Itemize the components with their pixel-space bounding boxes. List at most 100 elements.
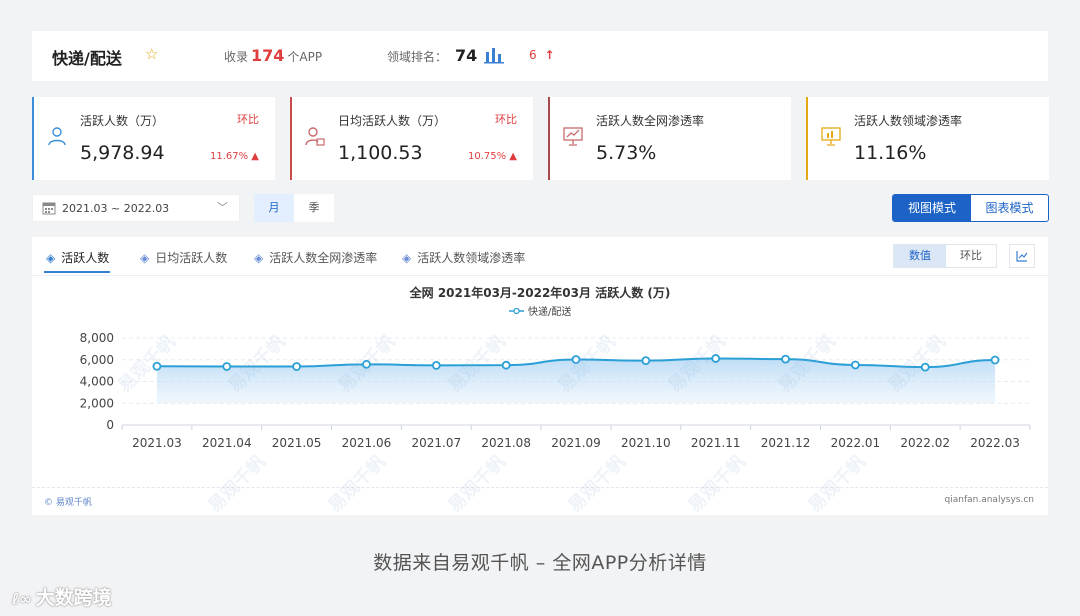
data-point[interactable] xyxy=(920,362,930,372)
chart-legend[interactable]: 快递/配送 xyxy=(509,305,571,318)
domain-rank: 领域排名： 74 xyxy=(387,46,478,65)
y-tick-label: 0 xyxy=(106,418,114,432)
app-header: 快递/配送 ☆ 收录 174 个APP 领域排名： 74 6 ↑ xyxy=(32,31,1048,81)
value-button[interactable]: 数值 xyxy=(894,245,946,267)
crosshair-icon: ◈ xyxy=(254,251,264,265)
chart-panel: ◈ 活跃人数 ◈ 日均活跃人数 ◈ 活跃人数全网渗透率 ◈ 活跃人数领域渗透率 数值 环… xyxy=(32,237,1048,515)
metric-value: 1,100.53 xyxy=(338,142,423,164)
triangle-up-icon: ▲ xyxy=(251,151,259,162)
data-point[interactable] xyxy=(850,360,860,370)
period-month-button[interactable]: 月 xyxy=(254,194,294,222)
metric-value: 5,978.94 xyxy=(80,142,165,164)
metric-card-active-users: 活跃人数（万） 5,978.94 环比 11.67% ▲ xyxy=(32,97,275,180)
period-switch: 月 季 xyxy=(254,194,334,222)
data-point[interactable] xyxy=(292,362,302,371)
y-tick-label: 2,000 xyxy=(80,396,114,410)
chart-title: 全网 2021年03月-2022年03月 活跃人数 (万) xyxy=(409,285,671,300)
metric-value: 11.16% xyxy=(854,142,927,164)
date-range-picker[interactable]: 2021.03 ~ 2022.03 ﹀ xyxy=(32,194,240,222)
source-url[interactable]: qianfan.analysys.cn xyxy=(945,495,1034,505)
copyright-text: © 易观千帆 xyxy=(44,498,92,508)
metric-label: 活跃人数领域渗透率 xyxy=(854,114,963,128)
tab-network-penetration[interactable]: ◈ 活跃人数全网渗透率 xyxy=(254,249,377,266)
data-point[interactable] xyxy=(990,355,1000,365)
arrow-up-icon: ↑ xyxy=(544,48,555,62)
collect-count: 收录 174 个APP xyxy=(224,46,323,65)
x-tick-label: 2021.07 xyxy=(411,436,461,450)
tab-domain-penetration[interactable]: ◈ 活跃人数领域渗透率 xyxy=(402,249,525,266)
data-point[interactable] xyxy=(501,360,511,370)
huanbi-label: 环比 xyxy=(237,113,259,126)
line-chart-icon[interactable] xyxy=(1009,244,1035,268)
card-accent xyxy=(32,97,34,180)
brand-icon: ℓ∞ xyxy=(12,590,32,608)
y-tick-label: 8,000 xyxy=(80,331,114,345)
huanbi-label: 环比 xyxy=(495,113,517,126)
data-point[interactable] xyxy=(362,359,371,369)
tabs-divider xyxy=(32,275,1048,276)
crosshair-icon: ◈ xyxy=(402,251,412,265)
crosshair-icon: ◈ xyxy=(140,251,150,265)
data-point[interactable] xyxy=(641,356,651,366)
x-tick-label: 2021.04 xyxy=(202,436,252,450)
metric-value: 5.73% xyxy=(596,142,657,164)
active-tab-indicator xyxy=(44,271,110,273)
favorite-star-icon[interactable]: ☆ xyxy=(145,45,158,63)
category-title: 快递/配送 xyxy=(52,49,122,68)
tab-daily-active-users[interactable]: ◈ 日均活跃人数 xyxy=(140,249,227,266)
crosshair-icon: ◈ xyxy=(46,251,56,265)
x-tick-label: 2021.10 xyxy=(621,436,671,450)
card-accent xyxy=(806,97,808,180)
tab-active-users[interactable]: ◈ 活跃人数 xyxy=(46,249,109,266)
data-point[interactable] xyxy=(781,354,790,364)
data-point[interactable] xyxy=(431,361,441,370)
user-calendar-icon xyxy=(305,127,325,146)
page-caption: 数据来自易观千帆 – 全网APP分析详情 xyxy=(373,552,707,574)
metric-delta: 10.75% ▲ xyxy=(467,151,517,162)
metric-label: 活跃人数全网渗透率 xyxy=(596,114,705,128)
bar-chart-icon[interactable] xyxy=(484,46,504,64)
card-accent xyxy=(548,97,550,180)
x-tick-label: 2021.08 xyxy=(481,436,531,450)
x-tick-label: 2021.09 xyxy=(551,436,601,450)
value-switch: 数值 环比 xyxy=(893,244,997,268)
metric-card-domain-penetration: 活跃人数领域渗透率 11.16% xyxy=(806,97,1049,180)
x-tick-label: 2022.02 xyxy=(900,436,950,450)
data-point[interactable] xyxy=(571,355,581,364)
date-range-value: 2021.03 ~ 2022.03 xyxy=(62,202,170,215)
chevron-down-icon: ﹀ xyxy=(217,201,228,214)
chart-mode-button[interactable]: 图表模式 xyxy=(971,195,1048,221)
line-chart: 全网 2021年03月-2022年03月 活跃人数 (万) 快递/配送 8,00… xyxy=(80,285,1031,450)
triangle-up-icon: ▲ xyxy=(509,151,517,162)
mode-switch: 视图模式 图表模式 xyxy=(892,194,1049,222)
footer-divider xyxy=(32,487,1048,488)
x-tick-label: 2022.03 xyxy=(970,436,1020,450)
card-accent xyxy=(290,97,292,180)
x-tick-label: 2021.03 xyxy=(132,436,182,450)
view-mode-button[interactable]: 视图模式 xyxy=(893,195,971,221)
metric-label: 活跃人数（万） xyxy=(80,114,165,128)
data-point[interactable] xyxy=(711,354,721,363)
rank-change: 6 ↑ xyxy=(529,48,555,62)
brand-logo: ℓ∞ 大数跨境 xyxy=(12,587,112,609)
y-tick-label: 4,000 xyxy=(80,375,114,389)
x-tick-label: 2021.05 xyxy=(272,436,322,450)
metric-label: 日均活跃人数（万） xyxy=(338,114,447,128)
x-tick-label: 2021.06 xyxy=(342,436,392,450)
x-tick-label: 2021.12 xyxy=(761,436,811,450)
presentation-board-icon xyxy=(821,127,841,146)
legend-label: 快递/配送 xyxy=(528,305,571,318)
data-point[interactable] xyxy=(152,361,162,371)
data-point[interactable] xyxy=(222,362,232,371)
y-tick-label: 6,000 xyxy=(80,353,114,367)
x-tick-label: 2021.11 xyxy=(691,436,741,450)
user-icon xyxy=(48,127,66,146)
metric-card-network-penetration: 活跃人数全网渗透率 5.73% xyxy=(548,97,791,180)
metric-delta: 11.67% ▲ xyxy=(209,151,259,162)
period-quarter-button[interactable]: 季 xyxy=(294,194,334,222)
calendar-icon xyxy=(42,202,56,215)
presentation-chart-icon xyxy=(563,127,583,146)
x-tick-label: 2022.01 xyxy=(831,436,881,450)
huanbi-button[interactable]: 环比 xyxy=(946,245,996,267)
metric-card-daily-active: 日均活跃人数（万） 1,100.53 环比 10.75% ▲ xyxy=(290,97,533,180)
